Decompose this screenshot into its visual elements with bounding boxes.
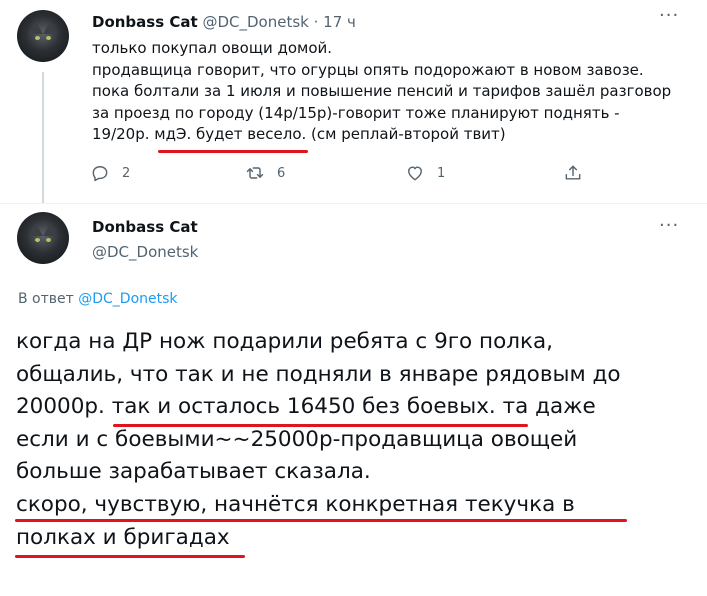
share-button[interactable] [563,163,583,183]
reply-text-line: 20000р. так и осталось 16450 без боевых.… [16,394,596,420]
tweet-text: только покупал овощи домой. продавщица г… [92,38,692,146]
reply-count: 2 [122,165,131,181]
tweet-original[interactable]: Donbass Cat @DC_Donetsk · 17 ч ··· тольк… [0,0,707,204]
reply-icon [92,166,108,182]
tweet-text-line: за проезд по городу (14р/15р)-говорит то… [92,103,620,122]
like-button[interactable]: 1 [405,163,445,183]
highlight-underline [158,150,308,153]
share-icon [565,165,581,180]
tweet-text-line: продавщица говорит, что огурцы опять под… [92,60,644,79]
avatar-eye [35,238,40,242]
reply-text-line: если и с боевыми~~25000р-продавщица овощ… [16,426,578,452]
author-name[interactable]: Donbass Cat [92,218,198,236]
avatar[interactable] [17,10,69,62]
divider [0,203,707,204]
reply-text-line: полках и бригадах [16,524,230,550]
avatar-ear [43,224,57,236]
author-name[interactable]: Donbass Cat [92,13,198,31]
avatar[interactable] [17,212,69,264]
tweet-text-line: только покупал овощи домой. [92,39,333,57]
avatar-eye [35,36,40,40]
tweet-text-line: пока болтали за 1 июля и повышение пенси… [92,82,672,100]
highlight-underline [15,519,627,522]
avatar-ear [29,224,43,236]
reply-context: В ответ @DC_Donetsk [18,291,178,307]
reply-text-line: общалиь, что так и не подняли в январе р… [16,361,621,387]
tweet-actions: 2 6 1 [0,163,707,189]
avatar-eye [46,238,51,242]
reply-to-link[interactable]: @DC_Donetsk [78,291,177,307]
avatar-ear [43,22,57,34]
tweet-header: Donbass Cat @DC_Donetsk · 17 ч [92,13,356,31]
avatar-eye [46,36,51,40]
reply-text-line: когда на ДР нож подарили ребята с 9го по… [16,329,553,354]
like-count: 1 [437,165,446,181]
retweet-count: 6 [277,165,286,181]
highlight-underline [15,555,245,558]
retweet-button[interactable]: 6 [245,163,285,183]
tweet-time[interactable]: · 17 ч [314,13,356,31]
reply-text-line: больше зарабатывает сказала. [16,459,371,485]
tweet-text-line: 19/20р. мдЭ. будет весело. (см реплай-вт… [92,125,506,143]
reply-button[interactable]: 2 [90,163,130,183]
avatar-ear [29,22,43,34]
author-handle[interactable]: @DC_Donetsk [92,243,198,261]
reply-prefix: В ответ [18,291,74,307]
reply-text-line: скоро, чувствую, начнётся конкретная тек… [16,491,575,517]
author-handle[interactable]: @DC_Donetsk [202,13,308,31]
more-icon[interactable]: ··· [659,217,679,235]
retweet-icon [246,167,264,179]
highlight-underline [113,424,528,427]
like-icon [408,166,422,181]
more-icon[interactable]: ··· [659,7,679,25]
